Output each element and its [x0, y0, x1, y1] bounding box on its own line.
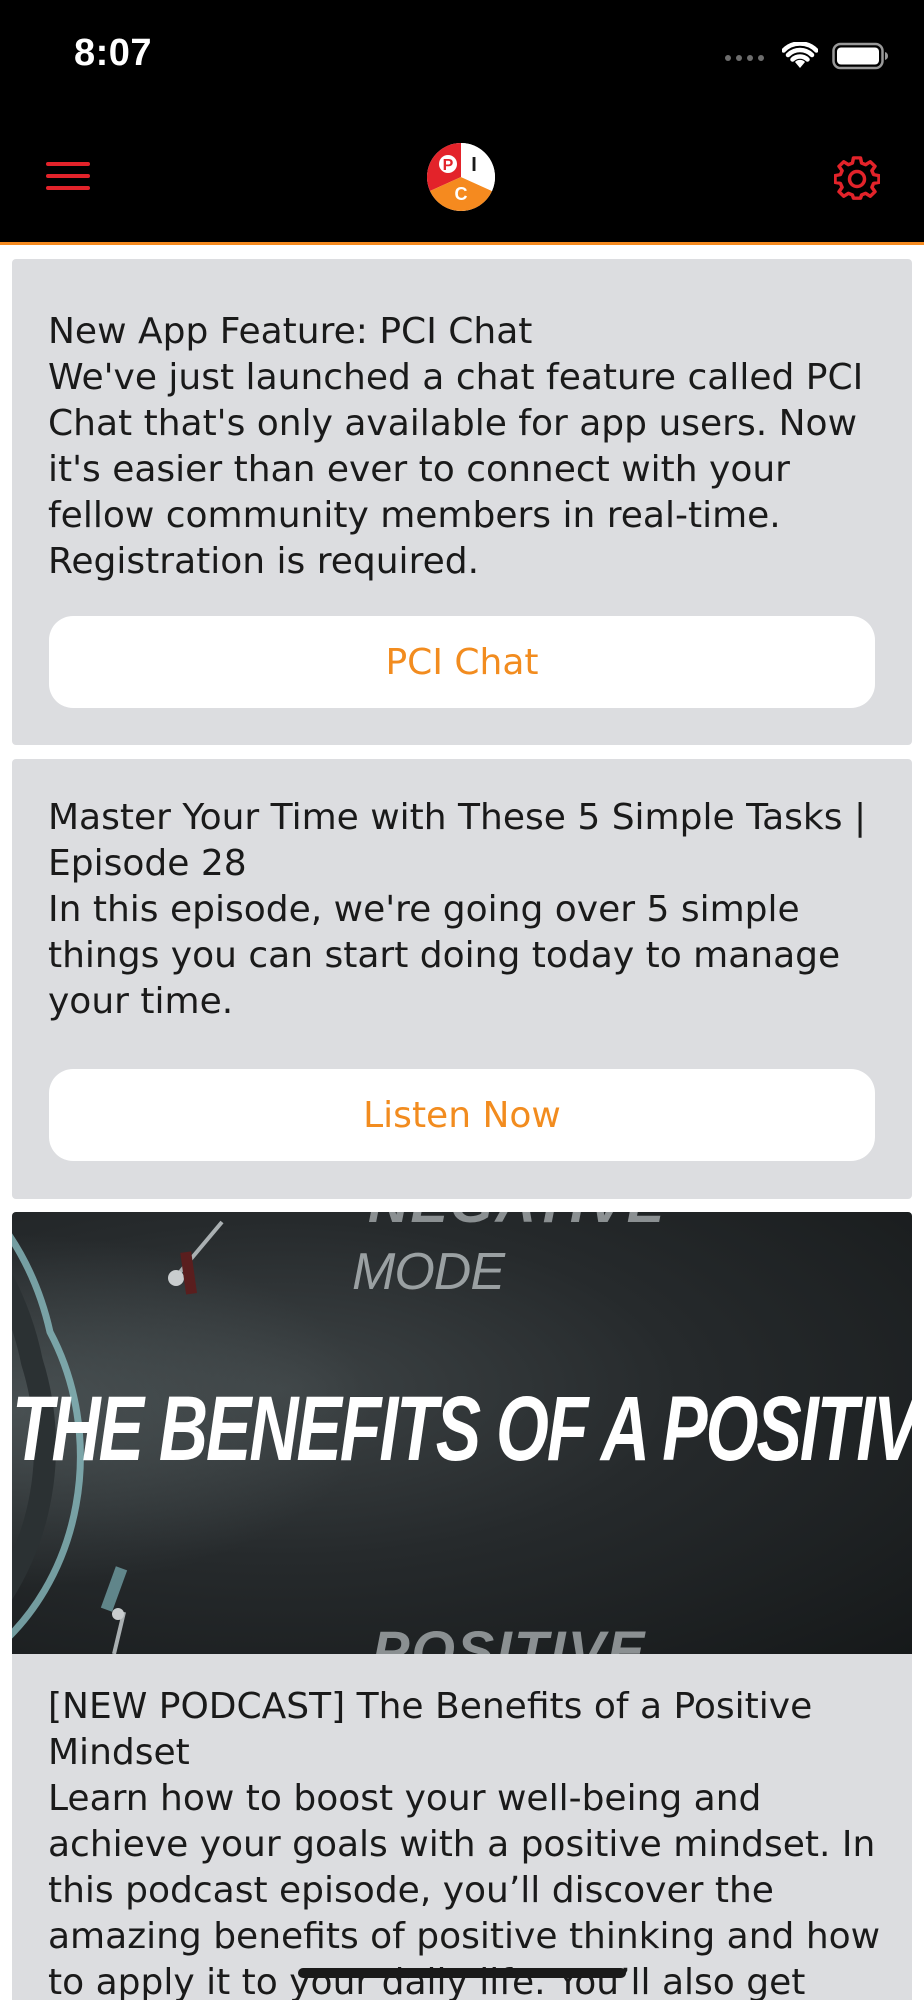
card-body-line: We've just launched a chat feature calle… [48, 357, 864, 398]
card-title-line: Master Your Time with These 5 Simple Tas… [48, 797, 867, 838]
card-body-line: this podcast episode, you’ll discover th… [48, 1870, 774, 1911]
card-title-line: Episode 28 [48, 843, 247, 884]
card-body-line: In this episode, we're going over 5 simp… [48, 889, 800, 930]
card-body-line: achieve your goals with a positive minds… [48, 1824, 876, 1865]
gear-icon [833, 156, 881, 200]
card-body-line: your time. [48, 981, 234, 1022]
card-body-line: Registration is required. [48, 541, 480, 582]
hero-title: THE BENEFITS OF A POSITIVE MINDSET [12, 1377, 912, 1481]
logo-letter-c: C [455, 184, 468, 204]
hero-mode-label: MODE [352, 1243, 505, 1301]
card-title: New App Feature: PCI Chat [48, 311, 533, 352]
app-screen: 8:07 P I C New App Feature: PCI Chat We'… [0, 0, 924, 2000]
card-title-line: [NEW PODCAST] The Benefits of a Positive [48, 1686, 813, 1727]
card-text: Master Your Time with These 5 Simple Tas… [48, 795, 882, 1025]
hero-negative-label: NEGATIVE [368, 1212, 666, 1235]
card-body-line: it's easier than ever to connect with yo… [48, 449, 790, 490]
card-body-line: to apply it to your daily life. You’ll a… [48, 1962, 806, 2000]
wifi-icon [781, 41, 819, 74]
status-time: 8:07 [74, 32, 153, 74]
settings-button[interactable] [833, 156, 881, 202]
hero-positive-label: POSITIVE [372, 1619, 647, 1654]
card-text: [NEW PODCAST] The Benefits of a Positive… [48, 1684, 882, 2000]
feed[interactable]: New App Feature: PCI Chat We've just lau… [0, 245, 924, 2000]
card-body-line: Chat that's only available for app users… [48, 403, 858, 444]
logo-letter-p: P [443, 157, 454, 174]
podcast-cover-image[interactable]: NEGATIVE MODE THE BENEFITS OF A POSITIVE… [12, 1212, 912, 1654]
menu-button[interactable] [44, 156, 94, 196]
signal-icon [724, 49, 768, 68]
pci-logo: P I C [426, 142, 496, 212]
status-bar: 8:07 [0, 0, 924, 112]
nav-bar: P I C [0, 112, 924, 245]
logo-letter-i: I [471, 154, 477, 176]
card-body-line: amazing benefits of positive thinking an… [48, 1916, 881, 1957]
battery-icon [832, 42, 890, 74]
feed-card-positive-mindset[interactable]: NEGATIVE MODE THE BENEFITS OF A POSITIVE… [12, 1212, 912, 2000]
card-body-line: fellow community members in real-time. [48, 495, 781, 536]
feed-card-pci-chat: New App Feature: PCI Chat We've just lau… [12, 259, 912, 745]
card-body-line: things you can start doing today to mana… [48, 935, 841, 976]
card-title-line: Mindset [48, 1732, 190, 1773]
status-icons [724, 40, 890, 76]
pci-chat-button[interactable]: PCI Chat [49, 616, 875, 708]
feed-card-episode-28: Master Your Time with These 5 Simple Tas… [12, 759, 912, 1199]
home-indicator[interactable] [298, 1968, 626, 1978]
card-body-line: Learn how to boost your well-being and [48, 1778, 762, 1819]
card-text: New App Feature: PCI Chat We've just lau… [48, 309, 882, 585]
listen-now-button[interactable]: Listen Now [49, 1069, 875, 1161]
